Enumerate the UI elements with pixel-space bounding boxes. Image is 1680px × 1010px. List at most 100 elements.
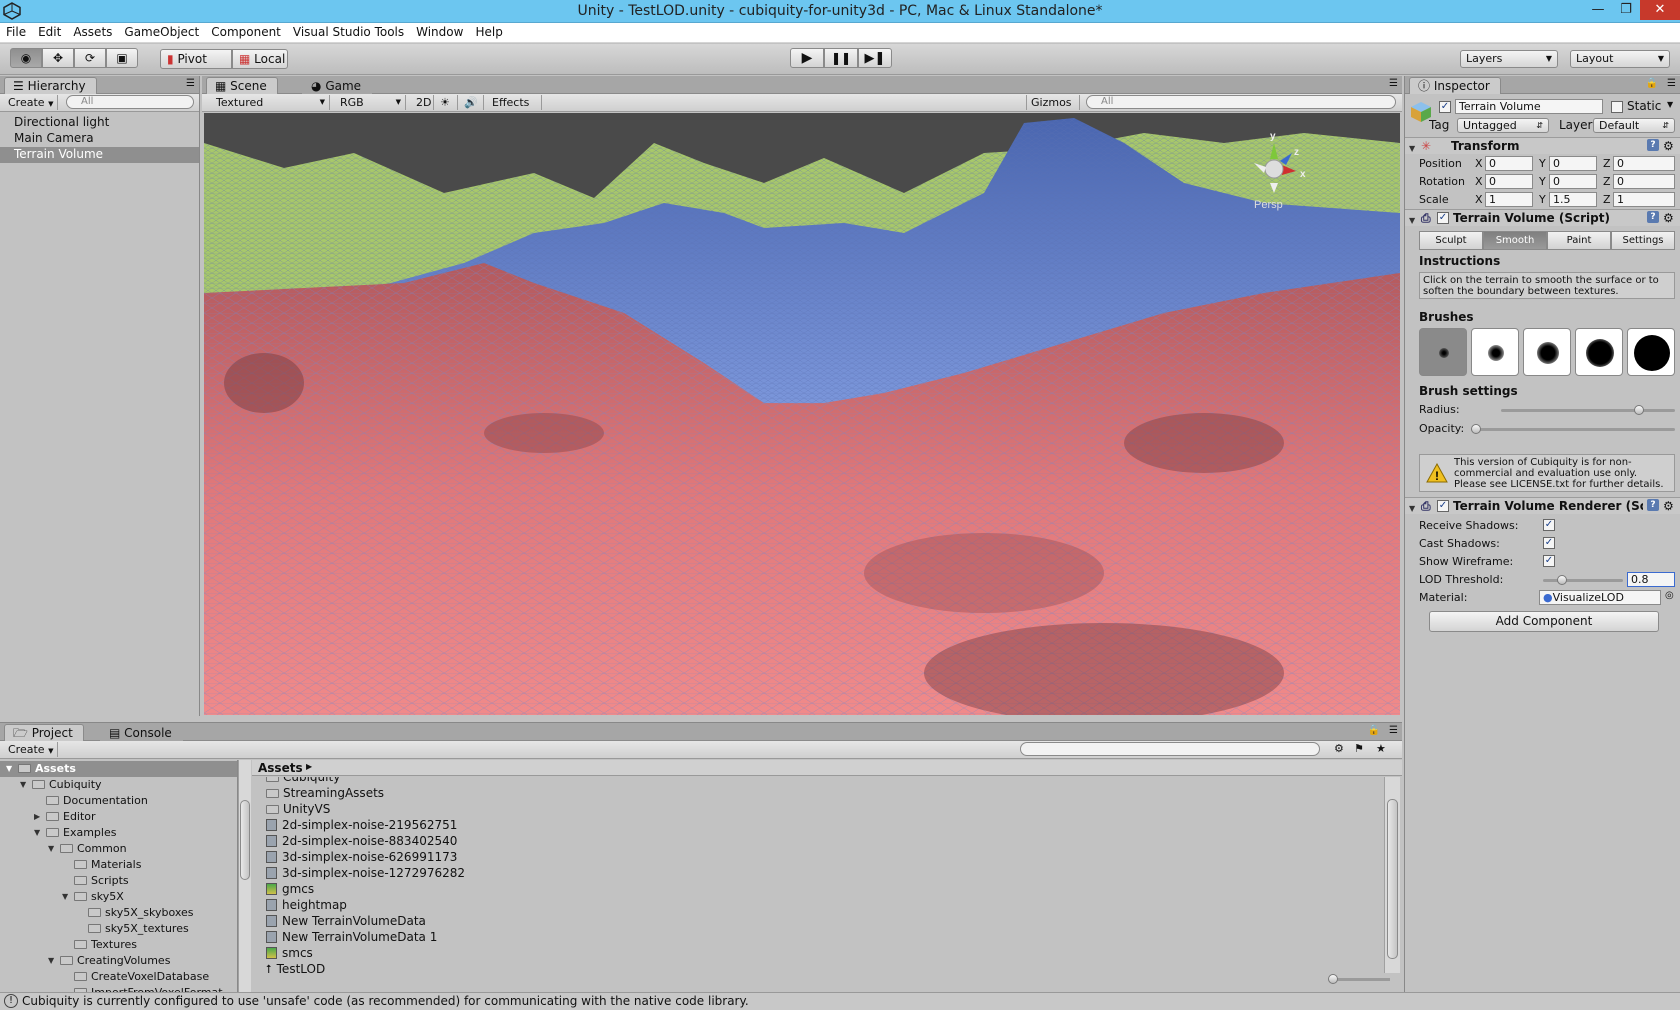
position-y-input[interactable]: 0: [1549, 156, 1597, 171]
renderer-enabled-checkbox[interactable]: ✓: [1437, 500, 1449, 512]
add-component-button[interactable]: Add Component: [1429, 611, 1659, 632]
fold-open-icon[interactable]: ▼: [34, 828, 40, 837]
menu-edit[interactable]: Edit: [32, 23, 67, 42]
2d-toggle-button[interactable]: 2D: [412, 95, 434, 110]
panel-menu-icon[interactable]: ☰: [186, 78, 195, 89]
breadcrumb-assets[interactable]: Assets: [258, 761, 303, 775]
tool-tab-paint[interactable]: Paint: [1547, 231, 1611, 250]
file-item[interactable]: ⭡ TestLOD: [266, 961, 325, 973]
lod-slider-handle[interactable]: [1557, 575, 1567, 585]
maximize-button[interactable]: ❐: [1612, 0, 1640, 20]
file-item[interactable]: 3d-simplex-noise-1272976282: [266, 865, 465, 881]
brush-swatch[interactable]: [1575, 328, 1623, 376]
scene-search-input[interactable]: All: [1086, 95, 1396, 109]
active-checkbox[interactable]: ✓: [1439, 101, 1451, 113]
brush-swatch[interactable]: [1627, 328, 1675, 376]
help-icon[interactable]: ?: [1647, 139, 1659, 151]
color-mode-dropdown[interactable]: RGB ▼: [336, 95, 406, 110]
persp-label[interactable]: Persp: [1254, 199, 1283, 211]
tab-console[interactable]: ▤ Console: [100, 724, 183, 741]
lock-icon[interactable]: 🔒: [1368, 725, 1380, 736]
close-button[interactable]: ✕: [1640, 0, 1680, 20]
favorite-star-icon[interactable]: ★: [1376, 742, 1386, 755]
opacity-slider-handle[interactable]: [1471, 424, 1481, 434]
panel-menu-icon[interactable]: ☰: [1389, 725, 1398, 736]
scale-y-input[interactable]: 1.5: [1549, 192, 1597, 207]
lod-slider-track[interactable]: [1543, 575, 1623, 585]
tree-item[interactable]: ▼ Cubiquity: [0, 777, 237, 793]
menu-assets[interactable]: Assets: [67, 23, 118, 42]
rotation-z-input[interactable]: 0: [1613, 174, 1675, 189]
tab-game[interactable]: ◕ Game: [302, 77, 373, 94]
pivot-toggle[interactable]: ▮ Pivot: [160, 49, 232, 69]
render-mode-dropdown[interactable]: Textured ▼: [212, 95, 330, 110]
scale-x-input[interactable]: 1: [1485, 192, 1533, 207]
tree-item[interactable]: ▼ CreatingVolumes: [0, 953, 237, 969]
tab-hierarchy[interactable]: ☰ Hierarchy: [4, 77, 97, 94]
project-search-input[interactable]: [1020, 742, 1320, 756]
move-tool-button[interactable]: ✥: [42, 48, 74, 68]
script-enabled-checkbox[interactable]: ✓: [1437, 212, 1449, 224]
hierarchy-item[interactable]: Directional light: [0, 115, 199, 131]
tool-tab-smooth[interactable]: Smooth: [1483, 231, 1547, 250]
radius-slider-handle[interactable]: [1633, 405, 1644, 415]
filter-label-icon[interactable]: ⚑: [1354, 742, 1364, 755]
layout-dropdown[interactable]: Layout ▼: [1570, 50, 1670, 68]
position-x-input[interactable]: 0: [1485, 156, 1533, 171]
tree-item[interactable]: Textures: [0, 937, 237, 953]
cast-shadows-checkbox[interactable]: ✓: [1543, 537, 1555, 549]
chevron-down-icon[interactable]: ▼: [1667, 100, 1673, 109]
script-header[interactable]: ▼ ⎙ ✓ Terrain Volume (Script) ? ⚙: [1405, 209, 1680, 226]
icon-size-slider[interactable]: [1328, 974, 1390, 984]
minimize-button[interactable]: —: [1584, 0, 1612, 20]
menu-help[interactable]: Help: [469, 23, 508, 42]
effects-dropdown[interactable]: Effects ▼: [488, 95, 542, 123]
file-item[interactable]: StreamingAssets: [266, 785, 384, 801]
layer-dropdown[interactable]: Default ⇵: [1593, 118, 1675, 133]
play-button[interactable]: ▶: [790, 48, 824, 68]
material-field[interactable]: ●VisualizeLOD: [1539, 590, 1661, 605]
fold-open-icon[interactable]: ▼: [48, 844, 54, 853]
tree-item[interactable]: ▶ Editor: [0, 809, 237, 825]
tree-item[interactable]: CreateVoxelDatabase: [0, 969, 237, 985]
file-item[interactable]: Cubiquity: [266, 777, 340, 785]
file-item[interactable]: 2d-simplex-noise-883402540: [266, 833, 457, 849]
layers-dropdown[interactable]: Layers ▼: [1460, 50, 1558, 68]
file-item[interactable]: 3d-simplex-noise-626991173: [266, 849, 457, 865]
tree-item[interactable]: Materials: [0, 857, 237, 873]
local-toggle[interactable]: ▦ Local: [232, 49, 288, 69]
file-item[interactable]: UnityVS: [266, 801, 330, 817]
file-item[interactable]: gmcs: [266, 881, 314, 897]
gear-icon[interactable]: ⚙: [1663, 138, 1674, 154]
lock-icon[interactable]: 🔒: [1646, 78, 1658, 89]
view-tool-button[interactable]: ◉: [10, 48, 42, 68]
files-scroll-thumb[interactable]: [1387, 799, 1398, 959]
tree-scrollbar[interactable]: [238, 760, 251, 993]
project-create-button[interactable]: Create ▼: [4, 742, 59, 757]
menu-visual-studio-tools[interactable]: Visual Studio Tools: [287, 23, 410, 42]
tab-scene[interactable]: ▦ Scene: [206, 77, 278, 94]
rotation-y-input[interactable]: 0: [1549, 174, 1597, 189]
pause-button[interactable]: ❚❚: [824, 48, 858, 68]
tree-item[interactable]: Documentation: [0, 793, 237, 809]
tool-tab-sculpt[interactable]: Sculpt: [1419, 231, 1483, 250]
brush-swatch[interactable]: [1419, 328, 1467, 376]
tool-tab-settings[interactable]: Settings: [1611, 231, 1675, 250]
lod-threshold-input[interactable]: 0.8: [1627, 572, 1675, 587]
radius-slider-track[interactable]: [1501, 405, 1675, 415]
tree-item[interactable]: ▼ sky5X: [0, 889, 237, 905]
scale-tool-button[interactable]: ▣: [106, 48, 138, 68]
gizmo-center[interactable]: [1264, 159, 1284, 179]
tree-item[interactable]: Scripts: [0, 873, 237, 889]
gear-icon[interactable]: ⚙: [1663, 210, 1674, 226]
icon-size-handle[interactable]: [1328, 974, 1338, 984]
renderer-header[interactable]: ▼ ⎙ ✓ Terrain Volume Renderer (Sc ? ⚙: [1405, 497, 1680, 514]
show-wireframe-checkbox[interactable]: ✓: [1543, 555, 1555, 567]
panel-menu-icon[interactable]: ☰: [1667, 78, 1676, 89]
step-button[interactable]: ▶❚: [858, 48, 892, 68]
fold-open-icon[interactable]: ▼: [48, 956, 54, 965]
menu-window[interactable]: Window: [410, 23, 469, 42]
object-name-input[interactable]: Terrain Volume: [1455, 99, 1603, 114]
status-message[interactable]: Cubiquity is currently configured to use…: [22, 993, 749, 1010]
tree-item[interactable]: ▼ Examples: [0, 825, 237, 841]
